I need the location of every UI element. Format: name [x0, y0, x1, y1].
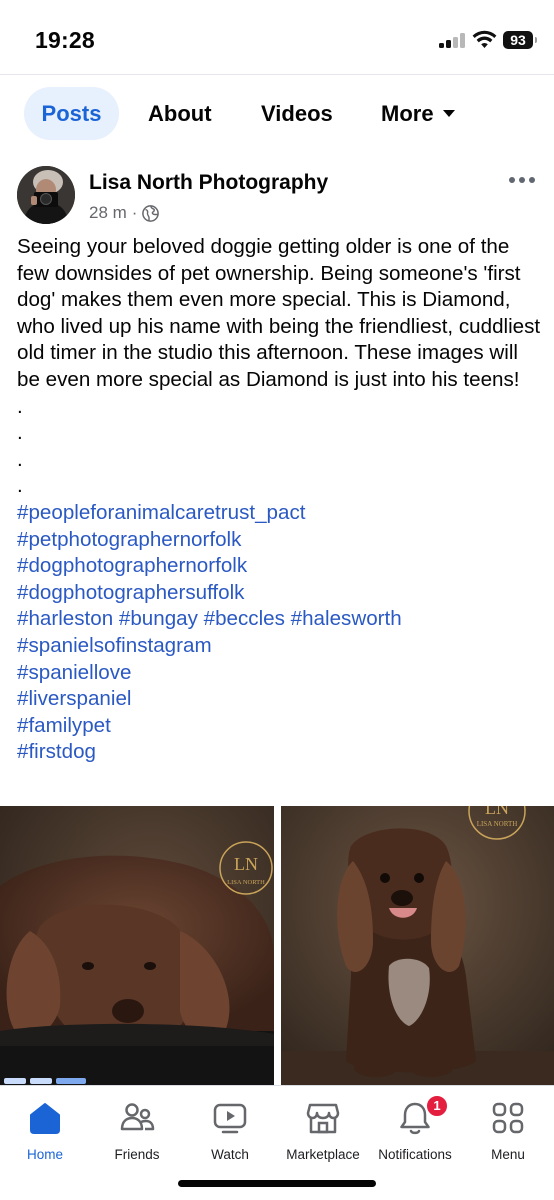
- nav-label-notifications: Notifications: [378, 1147, 452, 1162]
- hashtag-link[interactable]: #firstdog: [17, 739, 542, 766]
- nav-label-home: Home: [26, 1147, 63, 1162]
- spacer-dot: .: [17, 474, 23, 498]
- hashtag-link[interactable]: #liverspaniel: [17, 686, 542, 713]
- wifi-icon: [472, 30, 497, 48]
- watch-icon: [213, 1103, 247, 1134]
- sitting-spaniel-image: LN LISA NORTH: [281, 806, 554, 1085]
- status-time: 19:28: [35, 27, 95, 53]
- nav-label-marketplace: Marketplace: [286, 1147, 360, 1162]
- hashtag-link[interactable]: #dogphotographernorfolk: [17, 553, 542, 580]
- tab-videos[interactable]: Videos: [261, 87, 333, 140]
- home-icon: [30, 1103, 60, 1134]
- notification-badge: 1: [425, 1094, 449, 1118]
- post-text: Seeing your beloved doggie getting older…: [17, 234, 542, 766]
- hashtag-link[interactable]: #peopleforanimalcaretrust_pact: [17, 500, 542, 527]
- nav-friends[interactable]: Friends: [87, 1100, 187, 1162]
- post-photo-sitting-dog[interactable]: LN LISA NORTH: [281, 806, 554, 1085]
- nav-notifications[interactable]: 1 Notifications: [365, 1094, 465, 1162]
- watermark-monogram: LN: [485, 806, 509, 818]
- tab-about[interactable]: About: [148, 87, 212, 140]
- hashtag-link[interactable]: #petphotographernorfolk: [17, 527, 542, 554]
- hashtag-link[interactable]: #familypet: [17, 713, 542, 740]
- watermark-name: LISA NORTH: [227, 879, 265, 886]
- nav-label-watch: Watch: [211, 1147, 249, 1162]
- nav-home[interactable]: Home: [0, 1100, 95, 1162]
- meta-separator: ·: [131, 203, 138, 222]
- globe-icon: [142, 204, 160, 222]
- watermark-monogram: LN: [234, 854, 258, 874]
- page-tabs: Posts About Videos More: [0, 74, 554, 152]
- marketplace-icon: [306, 1103, 340, 1134]
- avatar[interactable]: [17, 166, 75, 224]
- nav-menu[interactable]: Menu: [458, 1100, 554, 1162]
- menu-icon: [492, 1102, 524, 1134]
- tab-more[interactable]: More: [381, 87, 455, 140]
- more-options-icon[interactable]: [507, 168, 537, 192]
- tab-posts[interactable]: Posts: [24, 87, 119, 140]
- watermark-name: LISA NORTH: [477, 820, 518, 828]
- status-bar: 19:28 93: [0, 0, 554, 74]
- hashtag-link[interactable]: #spaniellove: [17, 660, 542, 687]
- post-body-text: Seeing your beloved doggie getting older…: [17, 235, 541, 391]
- spacer-dot: .: [17, 421, 23, 445]
- cellular-signal-icon: [439, 33, 465, 48]
- lying-spaniel-image: LN LISA NORTH: [0, 806, 274, 1085]
- photographer-avatar-image: [17, 166, 75, 224]
- tab-more-label: More: [381, 101, 434, 126]
- hashtag-link[interactable]: #dogphotographersuffolk: [17, 580, 542, 607]
- home-indicator[interactable]: [178, 1180, 376, 1187]
- post-author[interactable]: Lisa North Photography: [89, 171, 328, 195]
- caret-down-icon: [442, 109, 455, 117]
- hashtag-link[interactable]: #spanielsofinstagram: [17, 633, 542, 660]
- post-photos: LN LISA NORTH LN LISA NORTH: [0, 806, 554, 1085]
- battery-indicator: 93: [503, 31, 537, 49]
- spacer-dot: .: [17, 447, 23, 471]
- spacer-dot: .: [17, 394, 23, 418]
- post-meta: 28 m ·: [89, 203, 160, 223]
- post-time[interactable]: 28 m: [89, 203, 127, 223]
- nav-label-friends: Friends: [114, 1147, 160, 1162]
- nav-marketplace[interactable]: Marketplace: [273, 1100, 373, 1162]
- post-photo-lying-dog[interactable]: LN LISA NORTH: [0, 806, 274, 1085]
- hashtag-link[interactable]: #harleston #bungay #beccles #halesworth: [17, 606, 542, 633]
- nav-watch[interactable]: Watch: [180, 1100, 280, 1162]
- friends-icon: [120, 1103, 155, 1131]
- nav-label-menu: Menu: [491, 1147, 525, 1162]
